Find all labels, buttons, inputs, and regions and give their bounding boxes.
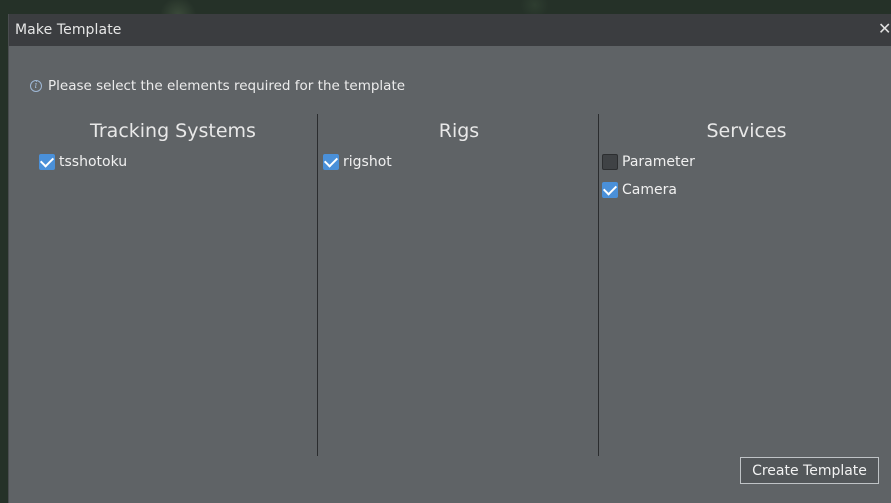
checkbox-item-parameter[interactable]: Parameter <box>601 148 891 176</box>
checkbox-item-camera[interactable]: Camera <box>601 176 891 204</box>
column-services: Services Parameter Camera <box>601 114 891 456</box>
checkbox-label: Parameter <box>622 154 695 170</box>
dialog-titlebar[interactable]: Make Template ✕ <box>9 14 891 46</box>
info-message: i Please select the elements required fo… <box>30 77 405 95</box>
dialog-title: Make Template <box>15 22 122 38</box>
info-icon: i <box>30 80 42 92</box>
column-rigs: Rigs rigshot <box>319 114 599 456</box>
checkbox-label: tsshotoku <box>59 154 128 170</box>
checkbox-unchecked[interactable] <box>602 154 618 170</box>
make-template-dialog: Make Template ✕ i Please select the elem… <box>8 14 891 503</box>
checkmark-icon <box>39 153 55 168</box>
checkbox-label: Camera <box>622 182 677 198</box>
checkbox-checked[interactable] <box>39 153 55 170</box>
info-text: Please select the elements required for … <box>48 78 406 94</box>
close-icon[interactable]: ✕ <box>878 19 891 39</box>
checkbox-item-tsshotoku[interactable]: tsshotoku <box>29 148 317 176</box>
checkbox-item-rigshot[interactable]: rigshot <box>319 148 599 176</box>
column-header: Tracking Systems <box>90 120 256 142</box>
column-divider <box>317 114 318 456</box>
column-tracking-systems: Tracking Systems tsshotoku <box>29 114 317 456</box>
checkbox-label: rigshot <box>343 154 392 170</box>
column-header: Rigs <box>438 120 480 142</box>
checkbox-checked[interactable] <box>323 153 339 170</box>
checkbox-checked[interactable] <box>602 181 618 198</box>
checkmark-icon <box>602 181 618 196</box>
column-header: Services <box>706 120 787 142</box>
checkmark-icon <box>323 153 339 168</box>
create-template-button[interactable]: Create Template <box>740 457 879 484</box>
column-divider <box>598 114 599 456</box>
